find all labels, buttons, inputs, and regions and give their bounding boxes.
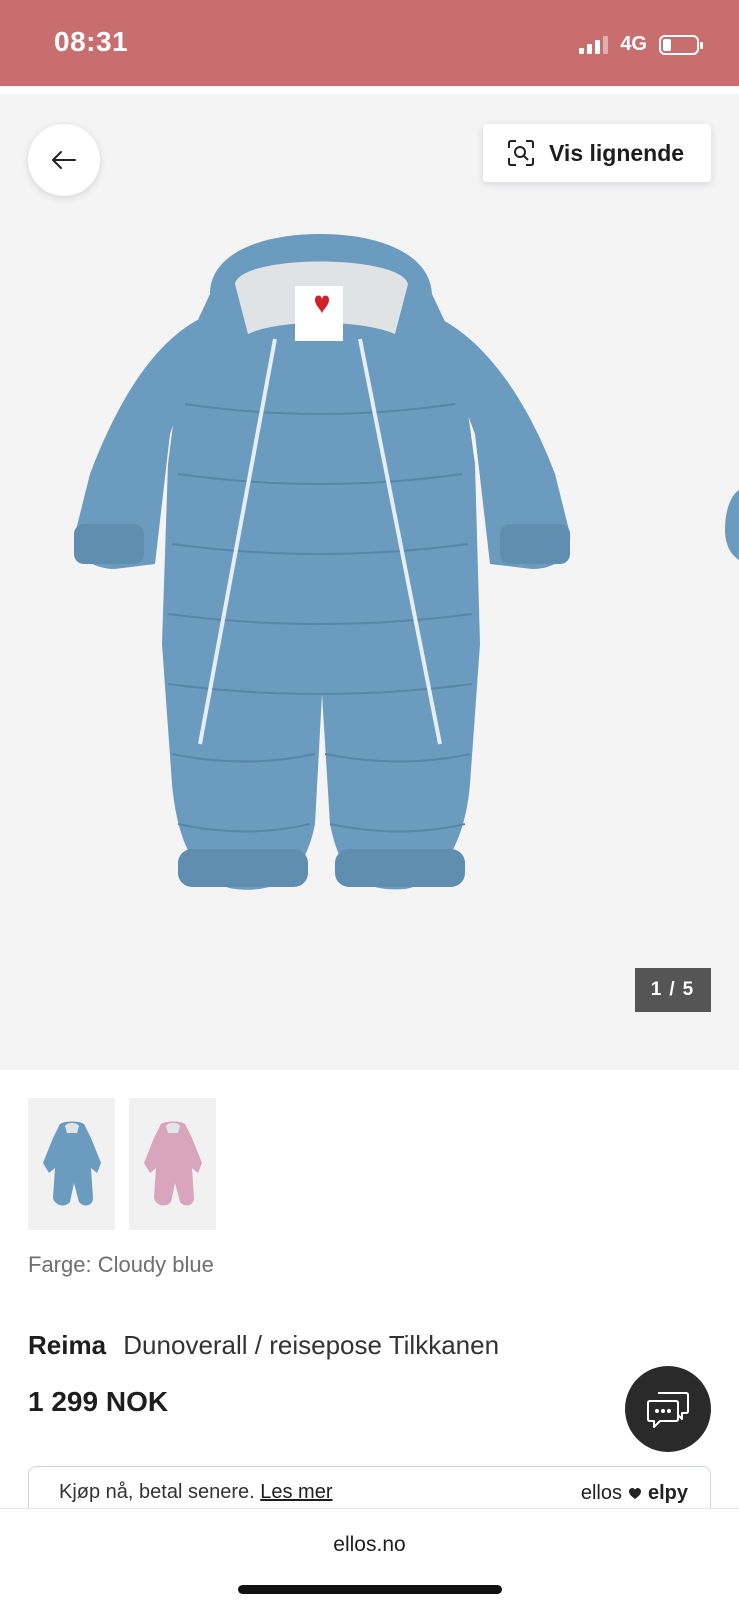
url-text: ellos.no xyxy=(333,1533,406,1556)
color-swatches xyxy=(28,1098,216,1230)
show-similar-button[interactable]: Vis lignende xyxy=(483,124,711,182)
pay-later-text: Kjøp nå, betal senere. Les mer xyxy=(59,1481,333,1504)
next-image-peek[interactable] xyxy=(723,490,739,560)
product-gallery[interactable]: Vis lignende 1 / 5 xyxy=(0,94,739,1070)
show-similar-label: Vis lignende xyxy=(549,139,685,166)
battery-level xyxy=(663,38,671,51)
signal-icon xyxy=(579,35,609,54)
network-type: 4G xyxy=(620,33,647,55)
home-indicator xyxy=(238,1585,502,1594)
counter-total: 5 xyxy=(682,979,696,1000)
browser-url-bar[interactable]: ellos.no xyxy=(0,1508,739,1600)
arrow-left-icon xyxy=(52,151,76,169)
chat-bubbles-icon xyxy=(647,1392,689,1428)
swatch-pink[interactable] xyxy=(129,1098,216,1230)
elpy-logo: ellos elpy xyxy=(581,1482,688,1505)
product-image[interactable] xyxy=(60,224,580,914)
heart-icon xyxy=(628,1488,641,1499)
product-title: Reima Dunoverall / reisepose Tilkkanen xyxy=(28,1330,499,1361)
status-time: 08:31 xyxy=(54,26,129,57)
swatch-image xyxy=(143,1121,202,1206)
product-price: 1 299 NOK xyxy=(28,1386,169,1417)
product-brand[interactable]: Reima xyxy=(28,1330,106,1360)
visual-search-icon xyxy=(508,140,534,166)
product-name: Dunoverall / reisepose Tilkkanen xyxy=(123,1330,500,1360)
status-indicators: 4G xyxy=(579,33,703,56)
status-bar: 08:31 4G xyxy=(0,0,739,86)
back-button[interactable] xyxy=(28,124,100,196)
pay-later-message: Kjøp nå, betal senere. xyxy=(59,1481,255,1503)
counter-separator: / xyxy=(669,979,677,1000)
elpy-wordmark: elpy xyxy=(647,1482,688,1504)
chat-button[interactable] xyxy=(625,1366,711,1452)
image-counter: 1 / 5 xyxy=(635,968,711,1012)
counter-current: 1 xyxy=(650,979,664,1000)
swatch-image xyxy=(42,1121,101,1206)
read-more-link[interactable]: Les mer xyxy=(260,1481,332,1503)
swatch-cloudy-blue[interactable] xyxy=(28,1098,115,1230)
color-label: Farge: Cloudy blue xyxy=(28,1252,214,1277)
ellos-wordmark: ellos xyxy=(580,1482,622,1504)
battery-icon xyxy=(659,34,703,55)
